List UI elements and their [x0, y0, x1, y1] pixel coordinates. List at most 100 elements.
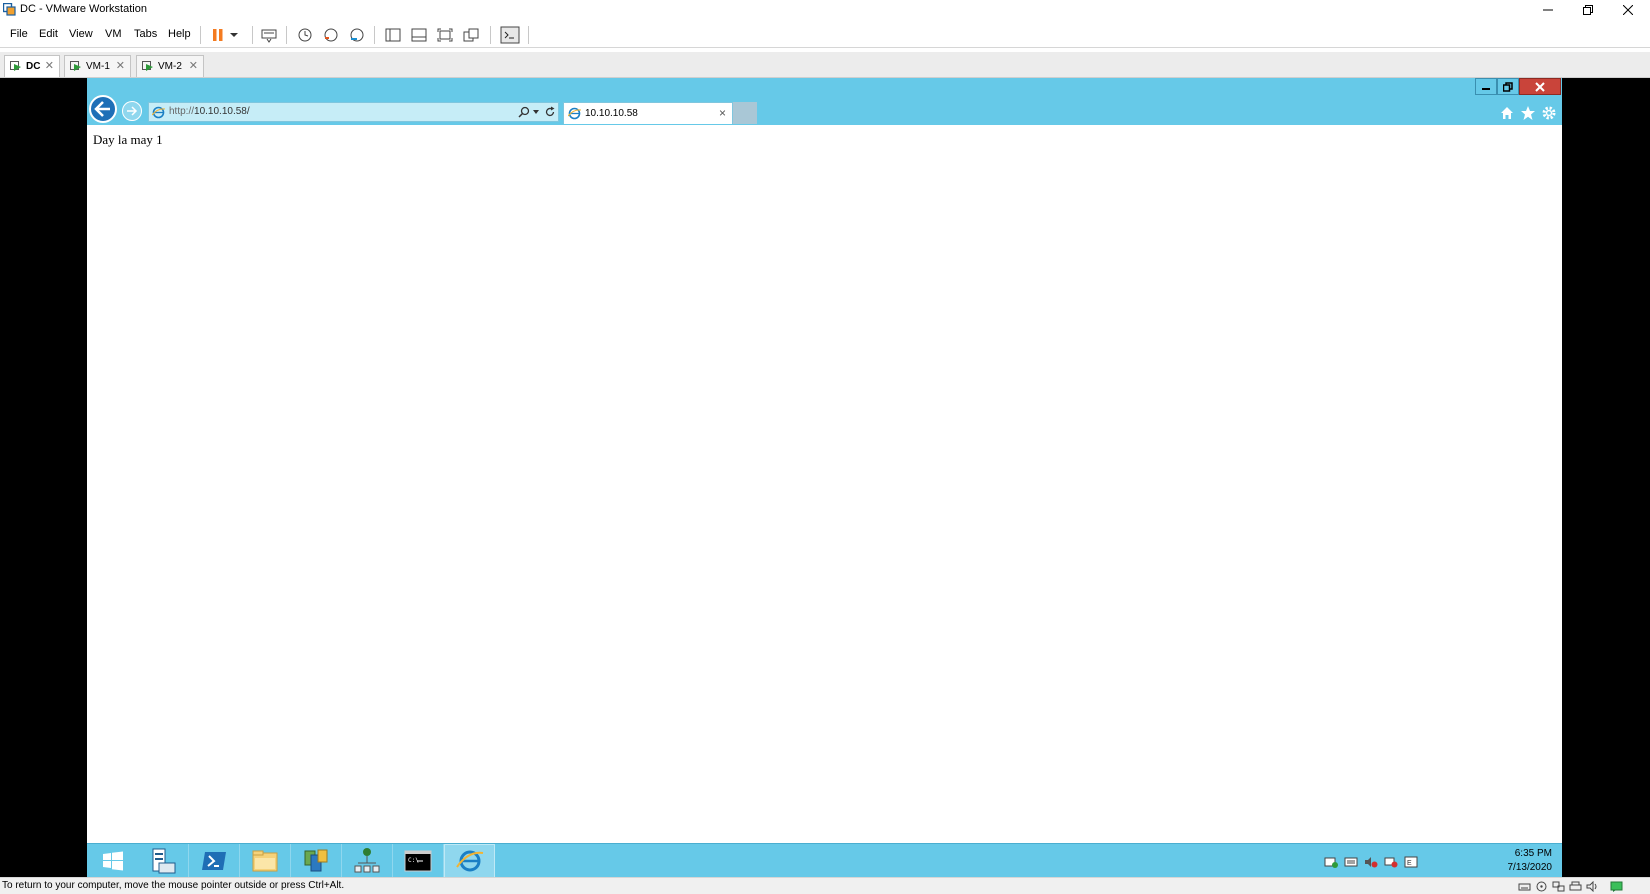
ie-forward-button[interactable] — [122, 101, 142, 121]
taskbar-clock[interactable]: 6:35 PM 7/13/2020 — [1508, 847, 1553, 875]
close-tab-icon[interactable]: × — [719, 106, 726, 120]
unity-icon[interactable] — [462, 27, 480, 43]
tray-volume-muted-icon[interactable] — [1364, 856, 1378, 868]
clock-date: 7/13/2020 — [1507, 862, 1553, 873]
restore-button[interactable] — [1570, 0, 1606, 20]
ie-page-icon — [152, 106, 165, 119]
close-button[interactable] — [1610, 0, 1646, 20]
menu-toolbar: File Edit View VM Tabs Help — [0, 22, 1650, 48]
taskbar-file-explorer[interactable] — [240, 844, 291, 878]
close-icon — [1535, 81, 1545, 92]
minimize-button[interactable] — [1530, 0, 1566, 20]
tray-network-error-icon[interactable] — [1384, 856, 1398, 868]
vmware-title-bar: DC - VMware Workstation — [0, 0, 1650, 20]
close-tab-icon[interactable]: ✕ — [189, 59, 198, 72]
menu-file[interactable]: File — [10, 28, 28, 40]
ie-back-button[interactable] — [89, 95, 117, 123]
taskbar-active-directory[interactable] — [291, 844, 342, 878]
ie-toolbar: http://10.10.10.58/ 10.10.10.58 × — [87, 78, 1562, 125]
ie-tab-title: 10.10.10.58 — [585, 108, 638, 119]
internet-explorer-icon — [455, 850, 483, 872]
full-screen-icon[interactable] — [436, 27, 454, 43]
taskbar-network[interactable] — [342, 844, 393, 878]
ie-url-text[interactable]: http://10.10.10.58/ — [169, 106, 250, 117]
svg-text:E: E — [1407, 860, 1412, 867]
toolbar-separator — [286, 26, 287, 44]
network-icon — [354, 848, 380, 873]
show-library-icon[interactable] — [384, 27, 402, 43]
menu-help[interactable]: Help — [168, 28, 191, 40]
pause-icon[interactable] — [210, 27, 228, 43]
guest-desktop[interactable]: http://10.10.10.58/ 10.10.10.58 × Day la… — [87, 78, 1562, 878]
taskbar-internet-explorer[interactable] — [444, 844, 495, 878]
vm-tab-dc[interactable]: DC ✕ — [4, 55, 60, 77]
taskbar-server-manager[interactable] — [138, 844, 189, 878]
network-adapter-icon[interactable] — [1552, 881, 1565, 892]
tray-action-center-icon[interactable] — [1324, 856, 1338, 868]
printer-icon[interactable] — [1569, 881, 1582, 892]
send-ctrl-alt-del-icon[interactable] — [260, 27, 278, 43]
ie-page-content[interactable]: Day la may 1 — [87, 125, 1562, 835]
toolbar-separator — [374, 26, 375, 44]
taskbar-powershell[interactable] — [189, 844, 240, 878]
settings-gear-icon[interactable] — [1541, 105, 1557, 121]
menu-edit[interactable]: Edit — [39, 28, 58, 40]
thumbnail-bar-icon[interactable] — [410, 27, 428, 43]
favorites-star-icon[interactable] — [1520, 105, 1536, 121]
page-text: Day la may 1 — [93, 132, 163, 147]
sound-card-icon[interactable] — [1586, 881, 1599, 892]
chevron-down-icon[interactable] — [532, 109, 540, 115]
powershell-icon — [202, 852, 226, 870]
close-tab-icon[interactable]: ✕ — [45, 59, 54, 72]
restore-icon — [1503, 81, 1513, 92]
tray-keyboard-icon[interactable] — [1344, 856, 1358, 868]
menu-tabs[interactable]: Tabs — [134, 28, 157, 40]
hard-disk-icon[interactable] — [1518, 881, 1531, 892]
vm-tab-icon — [142, 61, 153, 71]
search-icon[interactable] — [518, 106, 530, 118]
clock-time: 6:35 PM — [1514, 848, 1552, 859]
toolbar-separator — [200, 26, 201, 44]
vm-tab-icon — [10, 61, 21, 71]
ie-new-tab-button[interactable] — [733, 102, 757, 124]
power-dropdown-icon[interactable] — [228, 27, 240, 43]
vm-tab-bar: DC ✕ VM-1 ✕ VM-2 ✕ — [0, 52, 1650, 78]
snapshot-manager-icon[interactable] — [348, 27, 366, 43]
message-log-icon[interactable] — [1610, 881, 1623, 892]
back-arrow-icon — [94, 101, 110, 117]
windows-logo-icon — [102, 851, 123, 871]
home-icon[interactable] — [1499, 105, 1515, 121]
start-button[interactable] — [87, 844, 138, 878]
forward-arrow-icon — [127, 106, 138, 116]
taskbar-command-prompt[interactable]: C:\ — [393, 844, 444, 878]
console-view-icon[interactable] — [500, 26, 520, 44]
vm-tab-vm-1[interactable]: VM-1 ✕ — [64, 55, 131, 77]
folder-icon — [252, 850, 278, 872]
vm-console[interactable]: http://10.10.10.58/ 10.10.10.58 × Day la… — [0, 78, 1650, 878]
vm-tab-vm-2[interactable]: VM-2 ✕ — [136, 55, 204, 77]
command-prompt-icon: C:\ — [404, 850, 432, 872]
window-title: DC - VMware Workstation — [20, 3, 147, 15]
vmware-status-bar: To return to your computer, move the mou… — [0, 877, 1650, 894]
menu-view[interactable]: View — [69, 28, 93, 40]
close-tab-icon[interactable]: ✕ — [116, 59, 125, 72]
toolbar-separator — [252, 26, 253, 44]
ie-address-bar[interactable]: http://10.10.10.58/ — [148, 102, 559, 122]
minimize-icon — [1482, 87, 1490, 90]
revert-snapshot-icon[interactable] — [322, 27, 340, 43]
ie-tab-icon — [568, 107, 581, 120]
restore-icon — [1583, 5, 1593, 15]
tray-language-icon[interactable]: E — [1404, 856, 1418, 868]
server-manager-icon — [152, 848, 176, 874]
ie-tab[interactable]: 10.10.10.58 × — [563, 102, 733, 124]
ie-close-button[interactable] — [1519, 78, 1561, 95]
vm-tab-icon — [70, 61, 81, 71]
cd-dvd-icon[interactable] — [1535, 881, 1548, 892]
ie-restore-button[interactable] — [1497, 78, 1519, 95]
toolbar-separator — [528, 26, 529, 44]
close-icon — [1623, 5, 1633, 15]
snapshot-icon[interactable] — [296, 27, 314, 43]
menu-vm[interactable]: VM — [105, 28, 122, 40]
refresh-icon[interactable] — [544, 106, 556, 118]
ie-minimize-button[interactable] — [1475, 78, 1497, 95]
